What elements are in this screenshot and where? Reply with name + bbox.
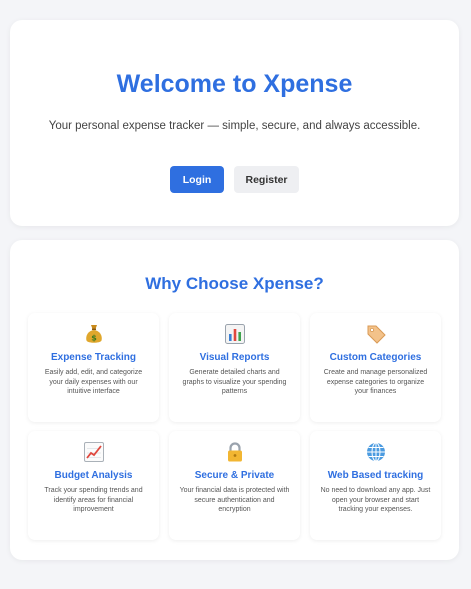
register-button[interactable]: Register xyxy=(234,166,299,193)
features-grid: $ Expense Tracking Easily add, edit, and… xyxy=(28,313,441,540)
feature-description: Your financial data is protected with se… xyxy=(179,487,290,514)
feature-title: Budget Analysis xyxy=(54,470,133,481)
tag-icon xyxy=(310,322,441,346)
feature-title: Visual Reports xyxy=(199,352,270,363)
page-title: Welcome to Xpense xyxy=(116,70,353,98)
feature-title: Custom Categories xyxy=(329,352,422,363)
feature-web-based-tracking: Web Based tracking No need to download a… xyxy=(310,431,441,540)
feature-expense-tracking: $ Expense Tracking Easily add, edit, and… xyxy=(28,313,159,422)
feature-description: Generate detailed charts and graphs to v… xyxy=(182,369,287,396)
bar-chart-icon xyxy=(169,322,300,346)
globe-icon xyxy=(310,440,441,464)
login-button[interactable]: Login xyxy=(170,166,224,193)
money-bag-icon: $ xyxy=(28,322,159,346)
feature-description: Create and manage personalized expense c… xyxy=(323,369,428,396)
feature-title: Secure & Private xyxy=(194,470,275,481)
welcome-card: Welcome to Xpense Your personal expense … xyxy=(10,20,459,226)
features-title: Why Choose Xpense? xyxy=(145,274,324,293)
lock-icon xyxy=(169,440,300,464)
trend-chart-icon xyxy=(28,440,159,464)
feature-description: Track your spending trends and identify … xyxy=(44,487,143,514)
page-subtitle: Your personal expense tracker — simple, … xyxy=(48,120,421,132)
feature-budget-analysis: Budget Analysis Track your spending tren… xyxy=(28,431,159,540)
features-card: Why Choose Xpense? $ Expense Tracking Ea… xyxy=(10,240,459,560)
feature-description: Easily add, edit, and categorize your da… xyxy=(44,369,143,396)
svg-text:$: $ xyxy=(91,334,97,343)
feature-title: Expense Tracking xyxy=(50,352,137,363)
auth-buttons: Login Register xyxy=(10,166,459,193)
feature-secure-private: Secure & Private Your financial data is … xyxy=(169,431,300,540)
feature-visual-reports: Visual Reports Generate detailed charts … xyxy=(169,313,300,422)
feature-description: No need to download any app. Just open y… xyxy=(320,487,431,514)
feature-title: Web Based tracking xyxy=(327,470,424,481)
feature-custom-categories: Custom Categories Create and manage pers… xyxy=(310,313,441,422)
